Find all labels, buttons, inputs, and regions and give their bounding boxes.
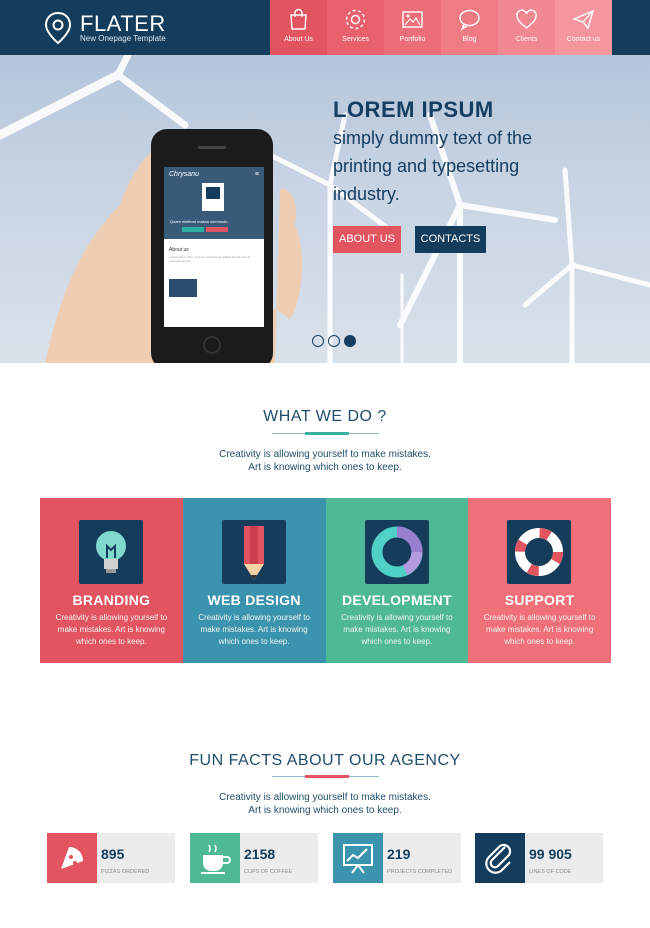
fact-label: LINES OF CODE	[529, 869, 572, 875]
nav-label: Contact us	[566, 36, 601, 43]
service-description: Creativity is allowing yourself to make …	[198, 613, 310, 646]
service-title: SUPPORT	[504, 592, 575, 608]
hamburger-icon: ≡	[254, 171, 259, 178]
what-we-do-divider-accent	[305, 432, 349, 435]
phone-home-button	[203, 336, 221, 354]
phone-mockup: Chrysanu ≡ Quam eleifend massa commodo A…	[151, 129, 273, 363]
fact-value: 99 905	[529, 846, 572, 862]
fun-facts-divider-accent	[305, 775, 349, 778]
service-title: BRANDING	[72, 592, 151, 608]
service-branding[interactable]: BRANDING Creativity is allowing yourself…	[40, 498, 183, 663]
fact-projects: 219 PROJECTS COMPLETED	[333, 833, 461, 883]
fact-label: PIZZAS ORDERED	[101, 869, 150, 875]
bag-icon	[290, 8, 307, 30]
donut-chart-icon	[364, 520, 429, 584]
fact-value: 2158	[244, 846, 276, 862]
phone-speaker	[198, 146, 226, 149]
desc-line-2: Art is knowing which ones to keep.	[248, 805, 402, 816]
nav-blog[interactable]: Blog	[441, 0, 498, 55]
service-description: Creativity is allowing yourself to make …	[341, 613, 453, 646]
nav-label: Services	[342, 36, 369, 43]
what-we-do-title: WHAT WE DO ?	[263, 408, 387, 425]
lightbulb-icon	[79, 520, 143, 584]
phone-about-label: About us	[169, 247, 189, 253]
service-description: Creativity is allowing yourself to make …	[55, 613, 168, 646]
services-grid: BRANDING Creativity is allowing yourself…	[40, 498, 611, 663]
facts-row: 895 PIZZAS ORDERED 2158 CUPS OF COFFEE 2…	[47, 833, 603, 883]
main-nav: About Us Services Portfolio Blog Clients…	[270, 0, 612, 55]
phone-about-text: Lorem ipsum dolor sit amet consectetur a…	[169, 255, 251, 263]
paperclip-icon	[475, 833, 525, 883]
brand-logo[interactable]: FLATER New Onepage Template	[44, 9, 244, 49]
phone-button-1	[182, 227, 204, 232]
nav-label: About Us	[284, 36, 313, 43]
image-icon	[402, 11, 423, 28]
pizza-icon	[47, 833, 97, 883]
nav-label: Clients	[515, 36, 538, 43]
coffee-cup-icon	[190, 833, 240, 883]
nav-about-us[interactable]: About Us	[270, 0, 327, 55]
slider-pagination	[312, 335, 356, 347]
slider-dot-1[interactable]	[312, 335, 324, 347]
phone-logo: Chrysanu	[169, 171, 199, 178]
nav-label: Blog	[462, 36, 477, 43]
nav-clients[interactable]: Clients	[498, 0, 555, 55]
fact-value: 895	[101, 846, 125, 862]
speech-bubble-icon	[459, 9, 480, 31]
hero-subtitle: simply dummy text of the printing and ty…	[333, 128, 533, 204]
desc-line-1: Creativity is allowing yourself to make …	[219, 449, 431, 460]
about-us-button[interactable]: ABOUT US	[333, 226, 401, 253]
lifebuoy-icon	[507, 520, 572, 584]
phone-screen: Chrysanu ≡ Quam eleifend massa commodo A…	[164, 167, 264, 327]
nav-label: Portfolio	[399, 36, 426, 43]
nav-portfolio[interactable]: Portfolio	[384, 0, 441, 55]
fact-code: 99 905 LINES OF CODE	[475, 833, 603, 883]
hero-slider: Chrysanu ≡ Quam eleifend massa commodo A…	[0, 55, 650, 363]
wind-turbines-illustration	[0, 55, 650, 363]
pencil-icon	[221, 520, 286, 584]
fact-coffee: 2158 CUPS OF COFFEE	[190, 833, 318, 883]
nav-contact-us[interactable]: Contact us	[555, 0, 612, 55]
fact-value: 219	[387, 846, 411, 862]
fun-facts-title: FUN FACTS ABOUT OUR AGENCY	[189, 752, 461, 769]
map-pin-icon	[44, 11, 72, 45]
service-description: Creativity is allowing yourself to make …	[483, 613, 596, 646]
heart-icon	[516, 9, 537, 29]
service-web-design[interactable]: WEB DESIGN Creativity is allowing yourse…	[182, 498, 326, 663]
phone-button-2	[206, 227, 228, 232]
service-development[interactable]: DEVELOPMENT Creativity is allowing yours…	[325, 498, 469, 663]
desc-line-2: Art is knowing which ones to keep.	[248, 462, 402, 473]
what-we-do-description: Creativity is allowing yourself to make …	[0, 448, 650, 474]
phone-card	[202, 183, 224, 211]
nav-services[interactable]: Services	[327, 0, 384, 55]
contacts-button[interactable]: CONTACTS	[415, 226, 486, 253]
slider-dot-2[interactable]	[328, 335, 340, 347]
phone-image-thumb	[169, 279, 197, 297]
service-title: WEB DESIGN	[207, 592, 301, 608]
fun-facts-description: Creativity is allowing yourself to make …	[0, 791, 650, 817]
hero-title: LOREM IPSUM	[333, 97, 494, 122]
fact-label: CUPS OF COFFEE	[244, 869, 293, 875]
phone-tagline: Quam eleifend massa commodo	[170, 219, 228, 224]
service-title: DEVELOPMENT	[341, 592, 452, 608]
desc-line-1: Creativity is allowing yourself to make …	[219, 792, 431, 803]
slider-dot-3[interactable]	[344, 335, 356, 347]
top-header: FLATER New Onepage Template About Us Ser…	[0, 0, 650, 55]
brand-subtitle: New Onepage Template	[80, 34, 166, 43]
gear-icon	[345, 9, 366, 30]
paper-plane-icon	[572, 9, 595, 30]
fact-pizzas: 895 PIZZAS ORDERED	[47, 833, 175, 883]
fact-label: PROJECTS COMPLETED	[387, 869, 453, 875]
service-support[interactable]: SUPPORT Creativity is allowing yourself …	[468, 498, 611, 663]
presentation-chart-icon	[333, 833, 383, 883]
